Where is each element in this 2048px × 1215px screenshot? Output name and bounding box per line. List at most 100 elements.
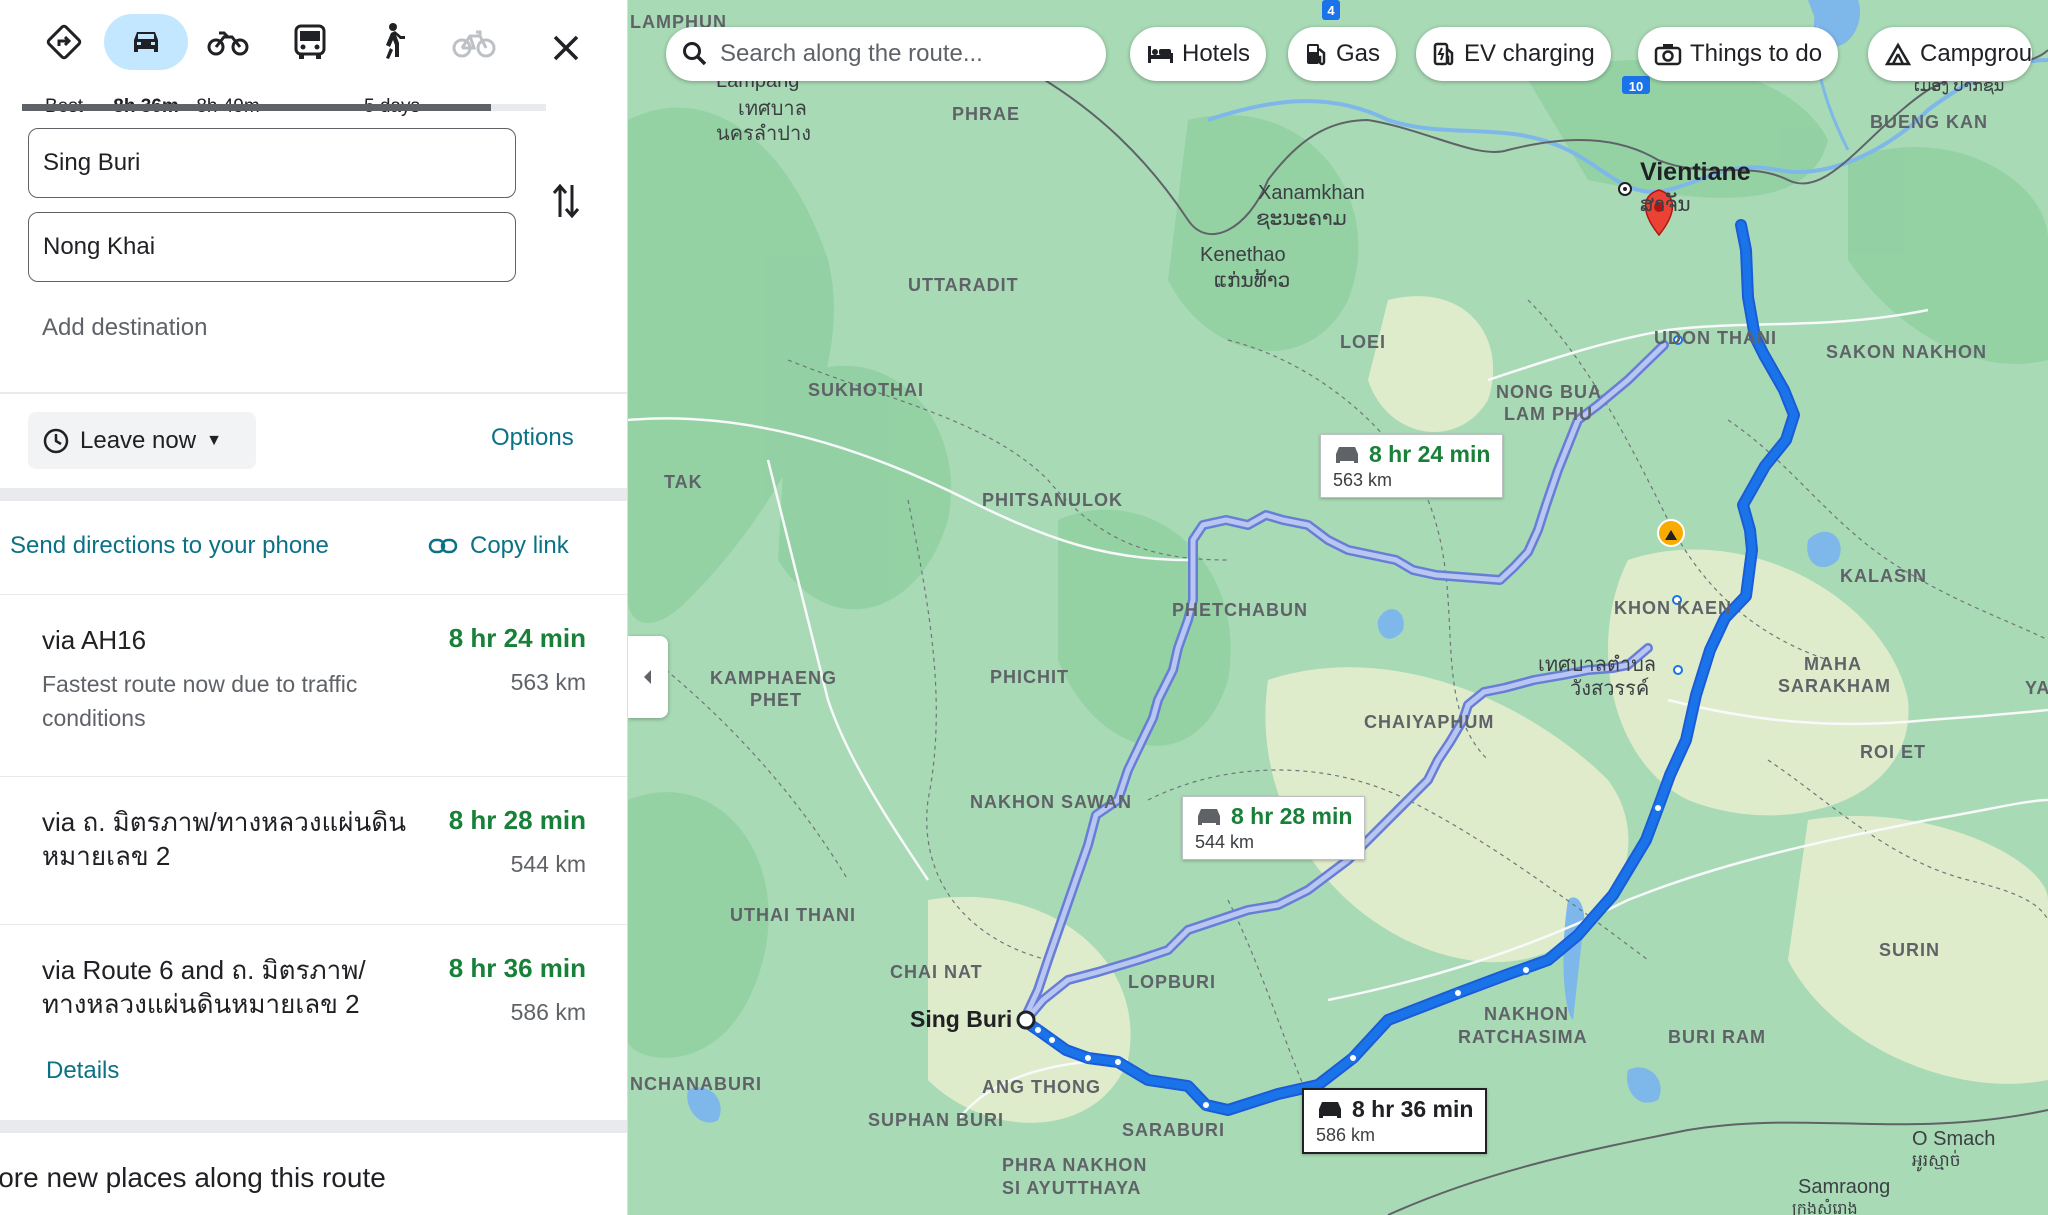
- route-name: via Route 6 and ถ. มิตรภาพ/ทางหลวงแผ่นดิ…: [42, 955, 366, 1019]
- route-option-3[interactable]: via Route 6 and ถ. มิตรภาพ/ทางหลวงแผ่นดิ…: [0, 924, 627, 1120]
- origin-label: Sing Buri: [910, 1006, 1013, 1032]
- close-directions-button[interactable]: [540, 22, 592, 74]
- chip-gas[interactable]: Gas: [1288, 27, 1397, 81]
- chip-label: EV charging: [1464, 40, 1595, 67]
- car-icon: [1319, 1101, 1341, 1118]
- bus-icon: [268, 14, 352, 70]
- swap-locations-button[interactable]: [545, 178, 587, 224]
- map-label: PHETCHABUN: [1172, 600, 1308, 620]
- map-label: Samraong: [1798, 1176, 1891, 1198]
- chip-campgrounds[interactable]: Campgrou: [1868, 27, 2033, 81]
- best-route-icon: [22, 14, 106, 70]
- chevron-left-icon: [644, 670, 651, 684]
- search-along-route-input[interactable]: Search along the route...: [666, 27, 1106, 81]
- route-time: 8 hr 28 min: [448, 805, 586, 835]
- mode-best[interactable]: Best: [22, 14, 106, 117]
- map-label: LAM PHU: [1504, 404, 1593, 424]
- motorcycle-icon: [186, 14, 270, 70]
- map-label: CHAIYAPHUM: [1364, 712, 1495, 732]
- map-label: PHITSANULOK: [982, 490, 1123, 510]
- map-label: ສາຈັນ: [1640, 194, 1691, 216]
- callout-distance: 544 km: [1195, 832, 1255, 852]
- directions-panel: Best 8h 36m 8h 49m 5 days: [0, 0, 628, 1215]
- collapse-panel-button[interactable]: [628, 636, 668, 718]
- map-label: นครลำปาง: [716, 123, 811, 145]
- map-label: RATCHASIMA: [1458, 1027, 1588, 1047]
- walking-icon: [350, 14, 434, 70]
- mode-driving[interactable]: 8h 36m: [104, 14, 188, 117]
- map-label: ANG THONG: [982, 1077, 1101, 1097]
- map-label: Kenethao: [1200, 244, 1286, 266]
- copy-link-label: Copy link: [470, 532, 569, 559]
- route-name: via AH16: [42, 625, 147, 655]
- origin-field[interactable]: Sing Buri: [28, 128, 516, 198]
- options-button[interactable]: Options: [491, 424, 574, 452]
- explore-heading: lore new places along this route: [0, 1162, 386, 1193]
- copy-link-button[interactable]: Copy link: [428, 532, 569, 560]
- route-distance: 544 km: [510, 851, 586, 877]
- callout-distance: 586 km: [1316, 1125, 1376, 1145]
- travel-mode-bar: Best 8h 36m 8h 49m 5 days: [22, 14, 587, 117]
- chip-ev-charging[interactable]: EV charging: [1416, 27, 1611, 81]
- map-label: TAK: [664, 472, 703, 492]
- route-option-1[interactable]: via AH16 Fastest route now due to traffi…: [0, 594, 627, 776]
- car-icon: [1336, 446, 1358, 463]
- destination-field[interactable]: Nong Khai: [28, 212, 516, 282]
- mode-walking[interactable]: 5 days: [350, 14, 434, 117]
- link-icon: [428, 538, 458, 554]
- map-label: SARAKHAM: [1778, 676, 1891, 696]
- bicycle-icon: [432, 14, 516, 70]
- mode-motorcycle[interactable]: 8h 49m: [186, 14, 270, 117]
- map-label: PHRA NAKHON: [1002, 1155, 1148, 1175]
- map-label: ROI ET: [1860, 742, 1927, 762]
- chip-label: Things to do: [1690, 40, 1823, 67]
- svg-text:4: 4: [1327, 3, 1335, 18]
- leave-now-label: Leave now: [80, 426, 197, 454]
- map-label: วังสวรรค์: [1570, 678, 1650, 700]
- map-label: CHAI NAT: [890, 962, 983, 982]
- route-callout-2[interactable]: 8 hr 28 min 544 km: [1182, 796, 1366, 860]
- map-label: អូរស្មាច់: [1912, 1151, 1961, 1170]
- svg-text:10: 10: [1629, 79, 1643, 94]
- route-details-link[interactable]: Details: [46, 1057, 119, 1085]
- car-icon: [1198, 808, 1220, 825]
- hotel-icon: [1148, 46, 1173, 63]
- close-icon: [553, 35, 579, 61]
- swap-icon: [552, 183, 580, 219]
- route-distance: 586 km: [510, 999, 586, 1025]
- route-callout-1[interactable]: 8 hr 24 min 563 km: [1320, 434, 1504, 498]
- route-option-2[interactable]: via ถ. มิตรภาพ/ทางหลวงแผ่นดินหมายเลข 2 8…: [0, 776, 627, 924]
- map-label: SAKON NAKHON: [1826, 342, 1988, 362]
- map-canvas[interactable]: 4 10 LAMPHUN Lampang เทศบาล นครลำปาง PHR…: [628, 0, 2048, 1215]
- section-divider: [0, 488, 627, 501]
- callout-time: 8 hr 36 min: [1352, 1096, 1474, 1122]
- map-label: O Smach: [1912, 1128, 1996, 1150]
- chip-things-to-do[interactable]: Things to do: [1638, 27, 1839, 81]
- route-description: Fastest route now due to traffic conditi…: [42, 671, 358, 731]
- send-directions-link[interactable]: Send directions to your phone: [10, 532, 329, 560]
- map-label: NONG BUA: [1496, 382, 1602, 402]
- map-label: UTTARADIT: [908, 275, 1019, 295]
- callout-time: 8 hr 28 min: [1231, 803, 1353, 829]
- callout-time: 8 hr 24 min: [1369, 441, 1491, 467]
- map-label: PHET: [750, 690, 803, 710]
- map-label: SI AYUTTHAYA: [1002, 1178, 1142, 1198]
- route-callout-3[interactable]: 8 hr 36 min 586 km: [1302, 1088, 1488, 1154]
- camera-icon: [1654, 44, 1682, 66]
- chip-label: Gas: [1336, 40, 1381, 67]
- chip-label: Campgrou: [1920, 40, 2033, 67]
- leave-now-dropdown[interactable]: Leave now ▼: [28, 412, 256, 469]
- callout-distance: 563 km: [1333, 470, 1393, 490]
- mode-cycling[interactable]: —: [432, 14, 516, 117]
- mode-transit[interactable]: [268, 14, 352, 104]
- map-label: UDON THANI: [1654, 328, 1777, 348]
- map-label: KHON KAEN: [1614, 598, 1733, 618]
- map-label: KAMPHAENG: [710, 668, 838, 688]
- map-label: Vientiane: [1640, 158, 1751, 186]
- map-label: NAKHON: [1484, 1004, 1569, 1024]
- section-divider: [0, 1120, 627, 1133]
- search-placeholder: Search along the route...: [720, 40, 983, 67]
- divider: [0, 392, 627, 394]
- add-destination[interactable]: Add destination: [42, 314, 207, 342]
- chip-hotels[interactable]: Hotels: [1130, 27, 1267, 81]
